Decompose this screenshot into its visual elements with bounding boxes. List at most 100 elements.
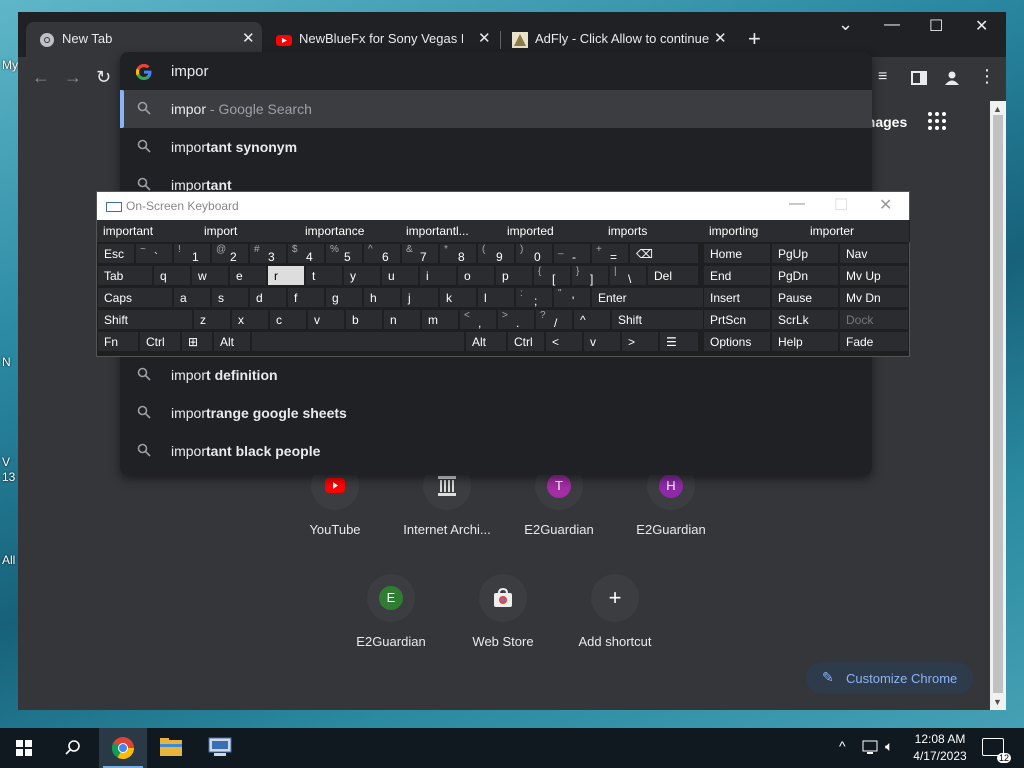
volume-icon[interactable]: 🔈︎ [885,738,893,755]
customize-chrome-button[interactable]: ✎ Customize Chrome [806,662,973,694]
osk-key[interactable]: x [231,309,269,330]
osk-key[interactable]: {[ [533,265,571,286]
menu-kebab-icon[interactable]: ⋮ [978,66,996,87]
osk-key[interactable]: i [419,265,457,286]
close-tab-icon[interactable]: ✕ [478,29,491,47]
osk-key[interactable]: " ' [553,287,591,308]
osk-key[interactable]: Caps [97,287,173,308]
osk-key[interactable]: Dock [839,309,909,330]
show-hidden-icons-chevron-icon[interactable]: ^ [839,738,846,754]
word-prediction[interactable]: importance [299,220,401,242]
osk-key[interactable]: c [269,309,307,330]
osk-key[interactable]: b [345,309,383,330]
desktop-icon-label[interactable]: 13 [2,470,15,484]
word-prediction[interactable]: importing [703,220,805,242]
osk-key[interactable]: ☰ [659,331,699,352]
word-prediction[interactable]: importantl... [400,220,502,242]
osk-key[interactable]: $4 [287,243,325,264]
osk-key[interactable]: Esc [97,243,135,264]
osk-key[interactable]: r [267,265,305,286]
maximize-button[interactable]: ☐ [929,16,943,36]
omnibox-input-row[interactable]: impor [120,52,872,90]
omnibox-suggestion[interactable]: impor - Google Search [120,90,872,128]
word-prediction[interactable]: important [97,220,199,242]
osk-key[interactable]: % 5 [325,243,363,264]
osk-key[interactable]: Ctrl [507,331,545,352]
osk-key[interactable] [251,331,465,352]
osk-key[interactable]: k [439,287,477,308]
desktop-icon-label[interactable]: All [2,553,15,567]
osk-key[interactable]: a [173,287,211,308]
osk-key[interactable]: Insert [703,287,771,308]
osk-key[interactable]: Alt [213,331,251,352]
omnibox-suggestion[interactable]: important black people [120,432,872,470]
osk-key[interactable]: v [583,331,621,352]
osk-key[interactable]: h [363,287,401,308]
osk-key[interactable]: End [703,265,771,286]
osk-key[interactable]: < [545,331,583,352]
osk-key[interactable]: g [325,287,363,308]
start-button[interactable] [0,728,48,768]
osk-key[interactable]: Tab [97,265,153,286]
osk-key[interactable]: e [229,265,267,286]
omnibox-suggestion[interactable]: importrange google sheets [120,394,872,432]
osk-key[interactable]: v [307,309,345,330]
word-prediction[interactable]: imported [501,220,603,242]
scroll-up-icon[interactable]: ▲ [993,104,1002,114]
osk-key[interactable]: Mv Dn [839,287,909,308]
clock[interactable]: 12:08 AM 4/17/2023 [910,731,970,765]
osk-key[interactable]: p [495,265,533,286]
osk-key[interactable]: q [153,265,191,286]
osk-key[interactable]: PgUp [771,243,839,264]
close-tab-icon[interactable]: ✕ [242,29,255,47]
word-prediction[interactable]: importer [804,220,910,242]
profile-icon[interactable] [944,70,960,86]
back-icon[interactable]: ← [32,67,50,88]
word-prediction[interactable]: import [198,220,300,242]
search-button[interactable] [48,728,96,768]
osk-key[interactable]: Mv Up [839,265,909,286]
osk-key[interactable]: o [457,265,495,286]
osk-key[interactable]: }] [571,265,609,286]
shortcut-e2guardian-e[interactable]: E E2Guardian [335,574,447,649]
osk-key[interactable]: (9 [477,243,515,264]
file-explorer-button[interactable] [147,728,195,768]
scrollbar[interactable]: ▲ ▼ [990,101,1006,710]
word-prediction[interactable]: imports [602,220,704,242]
maximize-icon[interactable]: ☐ [834,195,848,215]
osk-key[interactable]: t [305,265,343,286]
osk-key[interactable]: y [343,265,381,286]
tab-search-icon[interactable]: ⌄ [838,14,853,35]
osk-taskbar-button[interactable] [196,728,244,768]
osk-key[interactable]: Del [647,265,699,286]
osk-key[interactable]: | \ [609,265,647,286]
close-tab-icon[interactable]: ✕ [714,29,727,47]
new-tab-button[interactable]: + [748,26,761,52]
network-icon[interactable] [862,740,880,756]
add-shortcut-button[interactable]: + Add shortcut [559,574,671,649]
osk-titlebar[interactable]: On-Screen Keyboard — ☐ ✕ [97,192,909,220]
osk-key[interactable]: m [421,309,459,330]
osk-key[interactable]: d [249,287,287,308]
minimize-button[interactable]: — [884,16,900,34]
omnibox-suggestion[interactable]: important synonym [120,128,872,166]
osk-key[interactable]: ⌫ [629,243,699,264]
desktop-icon-label[interactable]: V [2,455,10,469]
osk-key[interactable]: ⊞ [181,331,213,352]
close-window-button[interactable]: ✕ [975,16,988,36]
osk-key[interactable]: <, [459,309,497,330]
osk-key[interactable]: ^ 6 [363,243,401,264]
osk-key[interactable]: z [193,309,231,330]
media-control-icon[interactable]: ≡ [878,68,887,86]
side-panel-icon[interactable] [911,70,927,86]
osk-key[interactable]: PrtScn [703,309,771,330]
osk-key[interactable]: u [381,265,419,286]
minimize-icon[interactable]: — [789,195,805,213]
google-apps-icon[interactable] [928,112,946,130]
osk-key[interactable]: + = [591,243,629,264]
osk-key[interactable]: @2 [211,243,249,264]
close-icon[interactable]: ✕ [879,195,892,215]
forward-icon[interactable]: → [64,67,82,88]
omnibox-input[interactable]: impor [171,63,209,80]
osk-key[interactable]: Options [703,331,771,352]
